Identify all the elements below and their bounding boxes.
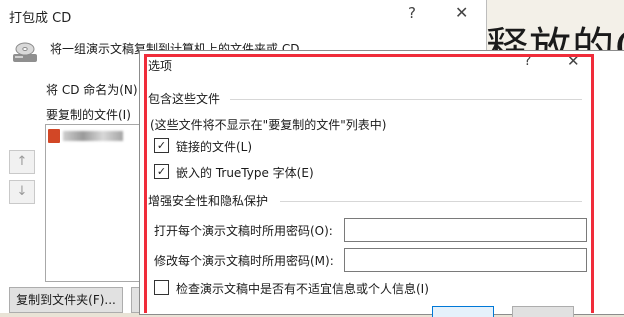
open-password-input[interactable]	[344, 218, 587, 242]
options-dialog: 选项 ? ✕ 包含这些文件 (这些文件将不显示在"要复制的文件"列表中) ✓ 链…	[139, 50, 624, 315]
embedded-fonts-label[interactable]: 嵌入的 TrueType 字体(E)	[176, 164, 314, 181]
linked-files-checkbox[interactable]: ✓	[154, 138, 169, 153]
files-list[interactable]	[45, 124, 143, 282]
dialog-title: 打包成 CD	[9, 11, 72, 26]
close-button[interactable]: ✕	[455, 3, 468, 22]
include-files-note: (这些文件将不显示在"要复制的文件"列表中)	[150, 118, 387, 132]
copy-to-folder-button[interactable]: 复制到文件夹(F)...	[9, 287, 123, 313]
cancel-button[interactable]	[512, 306, 574, 317]
list-item[interactable]	[48, 128, 123, 144]
blurred-file-name	[63, 131, 123, 141]
modify-password-label: 修改每个演示文稿时所用密码(M):	[154, 254, 334, 268]
inspect-presentation-checkbox[interactable]	[154, 280, 169, 295]
embedded-fonts-checkbox[interactable]: ✓	[154, 164, 169, 179]
ok-button[interactable]	[432, 306, 494, 317]
powerpoint-file-icon	[48, 129, 60, 143]
help-button[interactable]: ?	[524, 53, 531, 69]
move-up-button[interactable]: ↑	[9, 150, 35, 174]
section-divider	[280, 201, 582, 202]
cd-drive-icon	[13, 42, 37, 62]
open-password-label: 打开每个演示文稿时所用密码(O):	[154, 224, 333, 238]
modify-password-input[interactable]	[344, 248, 587, 272]
files-to-copy-label: 要复制的文件(I)	[46, 108, 131, 122]
security-section-title: 增强安全性和隐私保护	[148, 194, 269, 208]
move-down-button[interactable]: ↓	[9, 180, 35, 204]
dialog-title: 选项	[148, 59, 173, 73]
inspect-presentation-label[interactable]: 检查演示文稿中是否有不适宜信息或个人信息(I)	[176, 280, 429, 297]
include-files-section-title: 包含这些文件	[148, 92, 221, 106]
section-divider	[230, 99, 582, 100]
linked-files-label[interactable]: 链接的文件(L)	[176, 138, 252, 155]
close-button[interactable]: ✕	[567, 52, 580, 70]
cd-name-label: 将 CD 命名为(N)	[46, 83, 138, 97]
help-button[interactable]: ?	[408, 4, 416, 22]
